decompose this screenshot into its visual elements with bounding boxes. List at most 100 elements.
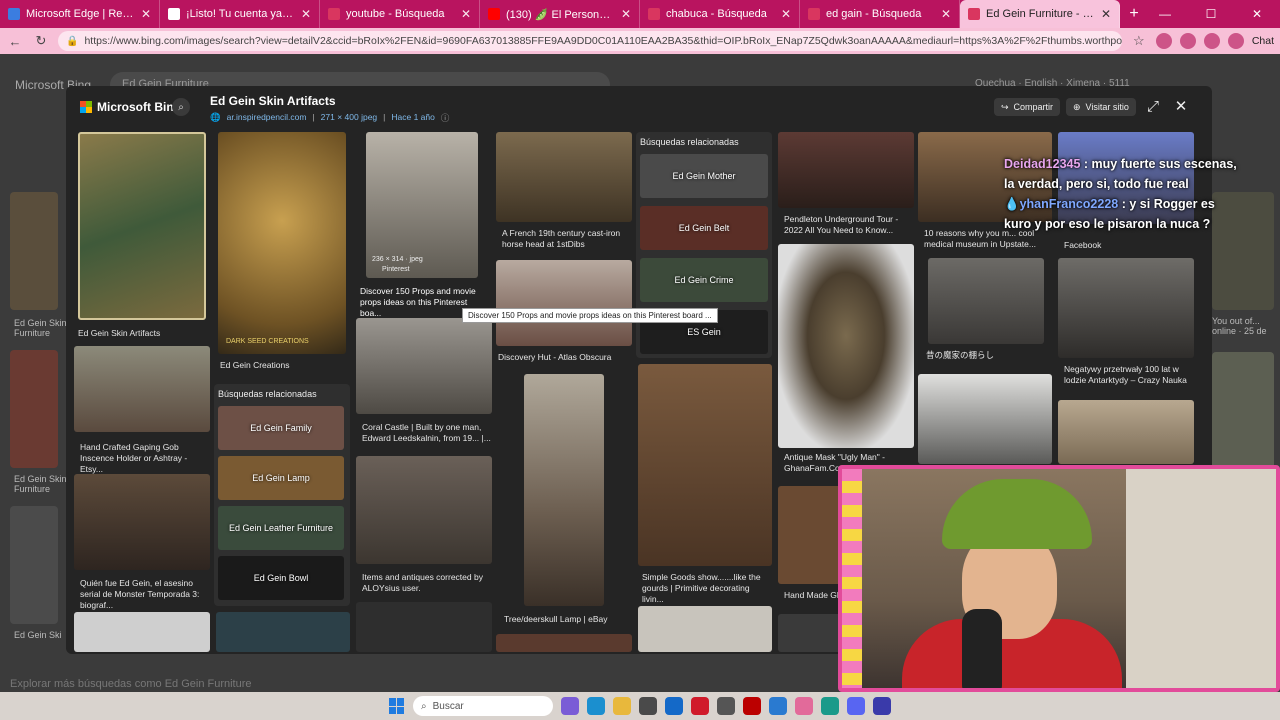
image-card[interactable]: Coral Castle | Built by one man, Edward …	[356, 318, 492, 444]
tab-youtube-video[interactable]: (130) 🫛 El Personaje más PERTURB ✕	[480, 0, 640, 28]
related-search-item[interactable]: Ed Gein Belt	[640, 206, 768, 250]
edge-icon[interactable]	[587, 697, 605, 715]
tab-ed-gain[interactable]: ed gain - Búsqueda ✕	[800, 0, 960, 28]
close-window-icon[interactable]: ✕	[1234, 0, 1280, 28]
image-thumbnail[interactable]	[524, 374, 604, 606]
image-card[interactable]: Negatywy przetrwały 100 lat w lodzie Ant…	[1058, 258, 1196, 386]
image-card[interactable]: Items and antiques corrected by ALOYsius…	[356, 456, 492, 594]
image-thumbnail[interactable]	[778, 132, 914, 208]
netflix-icon[interactable]	[743, 697, 761, 715]
close-tab-icon[interactable]: ✕	[461, 7, 471, 21]
image-card[interactable]: Quién fue Ed Gein, el asesino serial de …	[74, 474, 210, 610]
store-icon[interactable]	[639, 697, 657, 715]
related-search-item[interactable]: Ed Gein Bowl	[218, 556, 344, 600]
image-thumbnail[interactable]	[918, 374, 1052, 464]
close-icon[interactable]: ✕	[1172, 98, 1190, 116]
close-tab-icon[interactable]: ✕	[781, 7, 791, 21]
background-thumbnail[interactable]	[10, 506, 58, 624]
discord-icon[interactable]	[847, 697, 865, 715]
close-tab-icon[interactable]: ✕	[1101, 7, 1111, 21]
image-card[interactable]	[216, 612, 350, 652]
pinterest-badge[interactable]: Pinterest	[382, 266, 410, 273]
close-tab-icon[interactable]: ✕	[301, 7, 311, 21]
image-card[interactable]: Hand Crafted Gaping Gob Inscence Holder …	[74, 346, 210, 474]
image-card[interactable]: 236 × 314 · jpeg Pinterest Discover 150 …	[360, 132, 490, 318]
image-thumbnail[interactable]	[356, 602, 492, 652]
image-card[interactable]: Ed Gein Skin Artifacts	[78, 132, 206, 338]
image-card[interactable]	[918, 374, 1054, 464]
image-card[interactable]	[1058, 400, 1194, 464]
related-search-item[interactable]: Ed Gein Mother	[640, 154, 768, 198]
image-thumbnail[interactable]	[638, 606, 772, 652]
image-card[interactable]	[356, 602, 492, 652]
image-thumbnail[interactable]	[778, 244, 914, 448]
maximize-icon[interactable]: ☐	[1188, 0, 1234, 28]
image-thumbnail[interactable]	[928, 258, 1044, 344]
close-tab-icon[interactable]: ✕	[621, 7, 631, 21]
image-thumbnail[interactable]	[496, 260, 632, 346]
image-thumbnail[interactable]	[218, 132, 346, 354]
image-thumbnail[interactable]	[74, 474, 210, 570]
app-icon[interactable]	[821, 697, 839, 715]
image-thumbnail[interactable]	[1058, 400, 1194, 464]
taskbar-search[interactable]: ⌕ Buscar	[413, 696, 553, 716]
background-thumbnail[interactable]	[10, 350, 58, 468]
app-icon[interactable]	[717, 697, 735, 715]
image-source-link[interactable]: ar.inspiredpencil.com	[227, 112, 307, 124]
profile-avatar[interactable]	[1203, 33, 1220, 49]
image-card[interactable]	[496, 634, 632, 652]
search-icon[interactable]: ⌕	[172, 98, 190, 116]
tab-cuenta-conectada[interactable]: ¡Listo! Tu cuenta ya está conectad ✕	[160, 0, 320, 28]
image-card[interactable]	[74, 612, 210, 652]
refresh-icon[interactable]: ↻	[32, 33, 50, 49]
app-icon[interactable]	[795, 697, 813, 715]
close-tab-icon[interactable]: ✕	[141, 7, 151, 21]
windows-start-icon[interactable]	[389, 698, 405, 714]
expand-icon[interactable]: ⤢	[1144, 98, 1162, 116]
related-search-item[interactable]: Ed Gein Leather Furniture	[218, 506, 344, 550]
back-icon[interactable]: ←	[6, 34, 24, 49]
image-card[interactable]: A French 19th century cast-iron horse he…	[496, 132, 632, 254]
tab-youtube-busqueda[interactable]: youtube - Búsqueda ✕	[320, 0, 480, 28]
extension-icon[interactable]	[1155, 33, 1172, 49]
image-card[interactable]	[638, 606, 772, 652]
image-thumbnail[interactable]	[356, 456, 492, 564]
favorite-star-icon[interactable]: ☆	[1130, 33, 1148, 49]
share-button[interactable]: ↪ Compartir	[994, 98, 1061, 116]
image-thumbnail[interactable]	[496, 634, 632, 652]
image-card[interactable]: DARK SEED CREATIONS Ed Gein Creations	[218, 132, 346, 370]
collections-icon[interactable]	[1179, 33, 1196, 49]
app-icon[interactable]	[769, 697, 787, 715]
opera-icon[interactable]	[691, 697, 709, 715]
background-thumbnail[interactable]	[10, 192, 58, 310]
image-thumbnail[interactable]	[216, 612, 350, 652]
info-icon[interactable]: ⓘ	[441, 112, 450, 124]
image-thumbnail[interactable]	[74, 346, 210, 432]
minimize-icon[interactable]: —	[1142, 0, 1188, 28]
tab-chabuca[interactable]: chabuca - Búsqueda ✕	[640, 0, 800, 28]
file-explorer-icon[interactable]	[613, 697, 631, 715]
close-tab-icon[interactable]: ✕	[941, 7, 951, 21]
image-card[interactable]: Tree/deerskull Lamp | eBay	[504, 374, 607, 626]
app-icon[interactable]	[873, 697, 891, 715]
image-card[interactable]: 昔の魔家の棚らし	[926, 258, 1044, 364]
image-card[interactable]: Simple Goods show.......like the gourds …	[638, 364, 772, 604]
related-search-item[interactable]: Ed Gein Lamp	[218, 456, 344, 500]
related-search-item[interactable]: Ed Gein Family	[218, 406, 344, 450]
tab-edge-resumen[interactable]: Microsoft Edge | Resumen del año ✕	[0, 0, 160, 28]
image-thumbnail[interactable]	[78, 132, 206, 320]
bing-logo[interactable]: Microsoft Bing	[80, 100, 181, 114]
outlook-icon[interactable]	[665, 697, 683, 715]
image-thumbnail[interactable]	[356, 318, 492, 414]
image-thumbnail[interactable]	[496, 132, 632, 222]
image-thumbnail[interactable]	[74, 612, 210, 652]
visit-site-button[interactable]: ⊕ Visitar sitio	[1066, 98, 1136, 116]
image-card[interactable]: Pendleton Underground Tour - 2022 All Yo…	[778, 132, 914, 240]
copilot-icon[interactable]	[1227, 33, 1244, 49]
image-thumbnail[interactable]	[638, 364, 772, 566]
tab-ed-gein-furniture[interactable]: Ed Gein Furniture - Búsqueda Imá ✕	[960, 0, 1120, 28]
image-thumbnail[interactable]	[1058, 258, 1194, 358]
url-field[interactable]: 🔒 https://www.bing.com/images/search?view…	[58, 31, 1122, 51]
chat-button[interactable]: Chat	[1252, 35, 1274, 47]
related-search-item[interactable]: Ed Gein Crime	[640, 258, 768, 302]
